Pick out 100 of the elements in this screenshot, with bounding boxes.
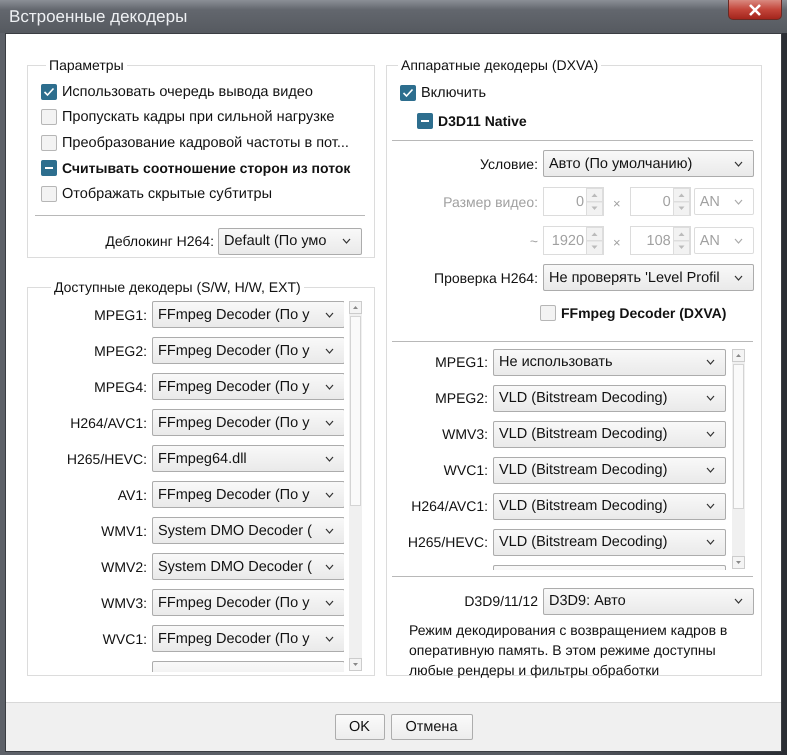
caret-icon [325, 528, 334, 534]
checkbox-label[interactable]: FFmpeg Decoder (DXVA) [561, 304, 726, 321]
dropdown[interactable]: VLD (Bitstream Decoding) [493, 384, 726, 412]
caret-icon [706, 539, 715, 545]
codec-label: WMV1: [100, 522, 147, 538]
codec-label: MPEG4: [93, 378, 147, 394]
checkbox[interactable] [41, 134, 57, 151]
checkbox[interactable] [417, 113, 433, 130]
field-label: D3D9/11/12 [463, 593, 538, 609]
close-button[interactable] [728, 0, 782, 20]
scrollbar[interactable] [732, 348, 745, 568]
caret-icon [325, 492, 334, 498]
codec-label: H265/HEVC: [66, 450, 147, 466]
caret-icon [325, 312, 334, 318]
field-label: Условие: [478, 156, 538, 172]
dropdown[interactable]: FFmpeg Decoder (По у [152, 373, 344, 400]
field-label: Деблокинг H264: [105, 233, 214, 249]
stepper-arrows-icon [586, 188, 604, 216]
stepper-arrows-icon [672, 188, 690, 216]
caret-icon [325, 420, 334, 426]
check-icon [402, 88, 414, 98]
dropdown[interactable]: Не использовать [493, 348, 726, 376]
caret-icon [706, 359, 715, 365]
scroll-down-icon[interactable] [349, 658, 362, 671]
checkbox-label[interactable]: Пропускать кадры при сильной нагрузке [62, 109, 334, 126]
dialog-button[interactable]: OK [334, 714, 384, 740]
scroll-up-icon[interactable] [732, 348, 745, 362]
dropdown[interactable]: System DMO Decoder ( [152, 553, 344, 580]
codec-label: AV1: [116, 486, 147, 502]
times-sign: × [612, 195, 622, 211]
scroll-thumb[interactable] [733, 364, 744, 508]
caret-icon [734, 160, 743, 166]
codec-label: WVC1: [442, 462, 488, 478]
dropdown[interactable]: FFmpeg Decoder (По у [152, 301, 344, 328]
checkbox-label[interactable]: Преобразование кадровой частоты в пот... [62, 134, 349, 151]
dialog-button[interactable]: Отмена [390, 714, 472, 740]
group-title: Параметры [48, 57, 125, 73]
dropdown[interactable]: VLD (Bitstream Decoding) [493, 456, 726, 484]
codec-label: WVC1: [102, 630, 147, 646]
window-title: Встроенные декодеры [8, 6, 188, 27]
checkbox[interactable] [41, 84, 57, 100]
dropdown[interactable]: D3D9: Авто [543, 588, 754, 614]
check-icon [43, 86, 55, 97]
group-title: Аппаратные декодеры (DXVA) [400, 57, 600, 73]
scroll-thumb[interactable] [350, 316, 361, 506]
dropdown[interactable]: Авто (По умолчанию) [543, 150, 754, 177]
codec-label: MPEG2: [434, 390, 488, 406]
caret-icon [706, 431, 715, 437]
times-sign: × [612, 234, 622, 250]
caret-icon [734, 274, 743, 280]
caret-icon [325, 600, 334, 606]
codec-label: MPEG1: [93, 306, 147, 322]
checkbox-label[interactable]: Использовать очередь вывода видео [62, 84, 313, 100]
dropdown[interactable]: FFmpeg Decoder (По у [152, 481, 344, 508]
checkbox-label[interactable]: Включить [421, 84, 486, 101]
field-label: Проверка H264: [433, 270, 538, 286]
dropdown[interactable]: VLD (Bitstream Decoding) [493, 528, 726, 556]
checkbox-label[interactable]: D3D11 Native [438, 113, 527, 130]
description-text: Режим декодирования с возвращением кадров в оперативную память. В этом режиме доступны любые рендеры и фильтры обработки [409, 620, 728, 680]
caret-icon [325, 564, 334, 570]
caret-icon [734, 198, 743, 204]
checkbox[interactable] [41, 160, 57, 176]
dropdown[interactable]: Default (По умо [218, 228, 362, 254]
group-title: Доступные декодеры (S/W, H/W, EXT) [53, 279, 302, 295]
checkbox-label[interactable]: Отображать скрытые субтитры [62, 186, 272, 202]
field-label: ~ [528, 232, 538, 248]
checkbox[interactable] [41, 109, 57, 126]
dropdown[interactable]: FFmpeg64.dll [152, 445, 344, 472]
dropdown[interactable]: System DMO Decoder ( [152, 517, 344, 544]
codec-label: WMV3: [100, 594, 147, 610]
caret-icon [734, 598, 743, 604]
caret-icon [325, 456, 334, 462]
caret-icon [734, 238, 743, 244]
codec-label: H264/AVC1: [69, 414, 147, 430]
stepper-arrows-icon [586, 226, 604, 254]
checkbox-label[interactable]: Считывать соотношение сторон из поток [62, 160, 350, 176]
codec-label: H265/HEVC: [406, 534, 488, 550]
dropdown[interactable]: VLD (Bitstream Decoding) [493, 492, 726, 520]
caret-icon [325, 348, 334, 354]
dropdown[interactable]: FFmpeg Decoder (По у [152, 409, 344, 436]
codec-label: H264/AVC1: [410, 498, 488, 514]
caret-icon [706, 503, 715, 509]
checkbox[interactable] [400, 84, 416, 101]
codec-label: WMV2: [100, 558, 147, 574]
scroll-up-icon[interactable] [349, 301, 362, 314]
dropdown[interactable]: FFmpeg Decoder (По у [152, 589, 344, 616]
scrollbar[interactable] [349, 301, 362, 671]
dropdown[interactable]: FFmpeg Decoder (По у [152, 625, 344, 652]
caret-icon [325, 636, 334, 642]
dropdown[interactable]: VLD (Bitstream Decoding) [493, 420, 726, 448]
checkbox[interactable] [540, 304, 556, 321]
scroll-down-icon[interactable] [732, 556, 745, 568]
checkbox[interactable] [41, 186, 57, 202]
dropdown[interactable]: Не проверять 'Level Profil [543, 264, 754, 291]
dropdown[interactable]: FFmpeg Decoder (По у [152, 337, 344, 364]
field-label: Размер видео: [442, 194, 538, 210]
codec-label: MPEG2: [93, 342, 147, 358]
codec-label: WMV3: [441, 426, 488, 442]
close-icon [748, 4, 762, 16]
caret-icon [706, 467, 715, 473]
